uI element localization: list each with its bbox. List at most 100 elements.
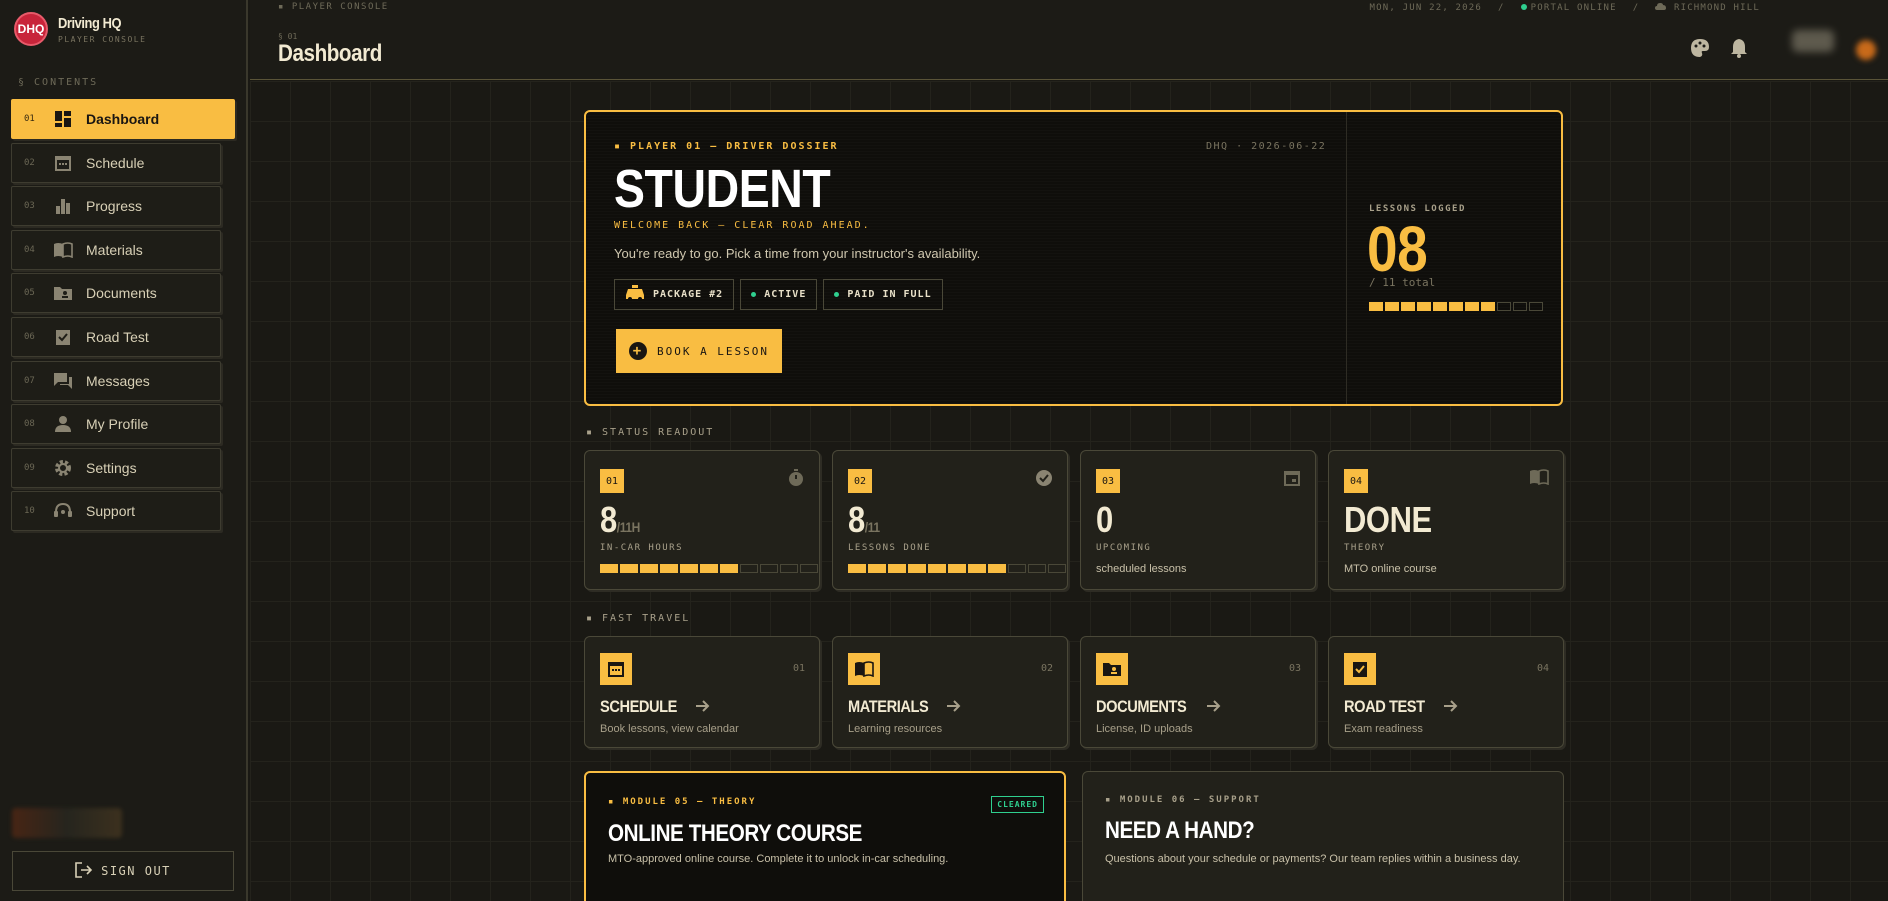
- travel-title-text: ROAD TEST: [1344, 697, 1425, 716]
- travel-description: Exam readiness: [1344, 723, 1423, 735]
- sidebar-item-my-profile[interactable]: 08 My Profile: [11, 404, 221, 445]
- sidebar-item-support[interactable]: 10 Support: [11, 491, 221, 532]
- user-avatar[interactable]: [1792, 30, 1834, 52]
- status-readout-label: ▪ STATUS READOUT: [586, 427, 715, 438]
- bell-icon[interactable]: [1730, 38, 1748, 63]
- progress-segment: [1529, 302, 1543, 311]
- book-lesson-button[interactable]: + BOOK A LESSON: [616, 329, 782, 373]
- theory-module-card[interactable]: ▪ MODULE 05 — THEORY CLEARED ONLINE THEO…: [584, 771, 1066, 901]
- travel-description: License, ID uploads: [1096, 723, 1193, 735]
- sidebar-item-road-test[interactable]: 06 Road Test: [11, 316, 221, 357]
- module-title: ONLINE THEORY COURSE: [608, 820, 863, 847]
- progress-segment: [1048, 564, 1066, 573]
- sidebar-item-messages[interactable]: 07 Messages: [11, 360, 221, 401]
- current-date: MON, JUN 22, 2026: [1369, 2, 1483, 13]
- travel-title: SCHEDULE: [600, 697, 710, 717]
- progress-segment: [888, 564, 906, 573]
- nav-num: 09: [24, 462, 35, 473]
- logo: DHQ: [14, 12, 48, 46]
- support-module-card[interactable]: ▪ MODULE 06 — SUPPORT NEED A HAND? Quest…: [1082, 771, 1564, 901]
- stat-card-lessons[interactable]: 02 8/11 LESSONS DONE: [832, 450, 1068, 590]
- stat-card-hours[interactable]: 01 8/11H IN-CAR HOURS: [584, 450, 820, 590]
- progress-segment: [600, 564, 618, 573]
- progress-segment: [780, 564, 798, 573]
- progress-segment: [1008, 564, 1026, 573]
- travel-card-documents[interactable]: 03 DOCUMENTS License, ID uploads: [1080, 636, 1316, 748]
- sidebar-item-settings[interactable]: 09 Settings: [11, 447, 221, 488]
- progress-segment: [948, 564, 966, 573]
- sidebar-item-label: Progress: [86, 198, 143, 215]
- travel-description: Learning resources: [848, 723, 943, 735]
- progress-segment: [800, 564, 818, 573]
- active-label: ACTIVE: [764, 289, 807, 300]
- clipboard-check-icon: [52, 326, 74, 348]
- plus-icon: +: [628, 342, 647, 360]
- stat-number: 8: [600, 499, 617, 540]
- palette-icon[interactable]: [1690, 38, 1710, 63]
- travel-title: MATERIALS: [848, 697, 961, 717]
- progress-segment: [1481, 302, 1495, 311]
- stat-label: UPCOMING: [1096, 543, 1152, 553]
- stat-label: LESSONS DONE: [848, 543, 932, 553]
- sidebar-item-materials[interactable]: 04 Materials: [11, 229, 221, 270]
- book-open-icon: [1529, 469, 1549, 490]
- progress-segment: [1369, 302, 1383, 311]
- sign-out-button[interactable]: SIGN OUT: [12, 851, 234, 891]
- lessons-progress-bar: [1369, 302, 1543, 311]
- progress-segment: [1433, 302, 1447, 311]
- travel-title-text: DOCUMENTS: [1096, 697, 1187, 716]
- progress-segment: [908, 564, 926, 573]
- arrow-right-icon: [695, 697, 710, 717]
- nav-num: 02: [24, 157, 35, 168]
- bar-chart-icon: [52, 195, 74, 217]
- stat-card-theory[interactable]: 04 DONE THEORY MTO online course: [1328, 450, 1564, 590]
- progress-segment: [1465, 302, 1479, 311]
- nav-num: 10: [24, 506, 35, 517]
- stat-suffix: /11H: [616, 519, 640, 535]
- sidebar-item-schedule[interactable]: 02 Schedule: [11, 142, 221, 183]
- package-chip: PACKAGE #2: [614, 279, 735, 310]
- sidebar-item-label: Road Test: [86, 328, 149, 345]
- travel-card-schedule[interactable]: 01 SCHEDULE Book lessons, view calendar: [584, 636, 820, 748]
- clipboard-check-icon: [1344, 653, 1376, 685]
- cloud-icon: [1655, 3, 1667, 13]
- event-icon: [1283, 469, 1301, 492]
- module-description: MTO-approved online course. Complete it …: [608, 853, 949, 865]
- sidebar-item-progress[interactable]: 03 Progress: [11, 186, 221, 227]
- progress-segment: [620, 564, 638, 573]
- arrow-right-icon: [1207, 697, 1221, 717]
- portal-status: PORTAL ONLINE: [1520, 2, 1617, 13]
- sidebar-item-dashboard[interactable]: 01 Dashboard: [11, 99, 235, 139]
- portal-status-label: PORTAL ONLINE: [1530, 2, 1617, 13]
- user-avatar-strip[interactable]: [12, 808, 122, 838]
- card-number: 02: [848, 469, 872, 493]
- progress-segment: [660, 564, 678, 573]
- chat-icon: [52, 370, 74, 392]
- card-number: 04: [1344, 469, 1368, 493]
- package-label: PACKAGE #2: [653, 289, 724, 300]
- travel-card-materials[interactable]: 02 MATERIALS Learning resources: [832, 636, 1068, 748]
- contents-label: § CONTENTS: [18, 77, 99, 88]
- payment-chip: PAID IN FULL: [823, 279, 943, 310]
- stat-value: DONE: [1344, 499, 1432, 541]
- travel-title-text: MATERIALS: [848, 697, 929, 716]
- travel-card-road-test[interactable]: 04 ROAD TEST Exam readiness: [1328, 636, 1564, 748]
- progress-segment: [720, 564, 738, 573]
- stat-card-upcoming[interactable]: 03 0 UPCOMING scheduled lessons: [1080, 450, 1316, 590]
- hero-description: You're ready to go. Pick a time from you…: [614, 246, 981, 261]
- lessons-logged-panel: LESSONS LOGGED 08 / 11 total: [1346, 112, 1563, 404]
- nav-num: 05: [24, 288, 35, 299]
- module-title: NEED A HAND?: [1105, 817, 1255, 844]
- calendar-icon: [52, 152, 74, 174]
- sidebar-item-documents[interactable]: 05 Documents: [11, 273, 221, 314]
- user-badge[interactable]: [1856, 40, 1876, 60]
- separator: /: [1632, 2, 1640, 13]
- stat-description: MTO online course: [1344, 563, 1437, 575]
- lessons-progress-bar: [848, 564, 1066, 573]
- arrow-right-icon: [1443, 697, 1458, 717]
- nav-num: 07: [24, 375, 35, 386]
- brand[interactable]: DHQ Driving HQ PLAYER CONSOLE: [14, 12, 146, 46]
- card-number: 01: [792, 663, 805, 674]
- fast-travel-label: ▪ FAST TRAVEL: [586, 613, 691, 624]
- stat-suffix: /11: [864, 519, 880, 535]
